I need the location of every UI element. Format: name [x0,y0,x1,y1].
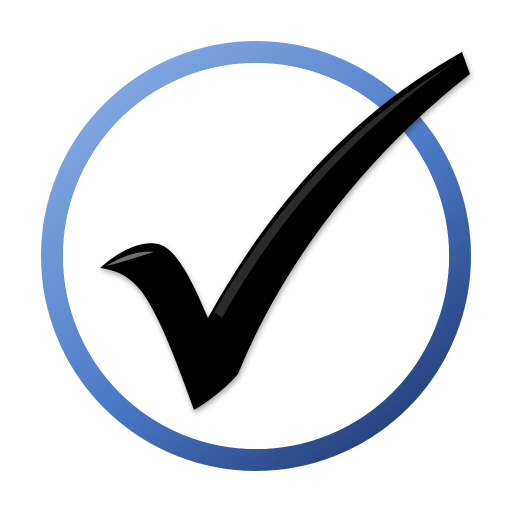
check-circle-icon [41,41,471,471]
icon-canvas [0,0,512,512]
